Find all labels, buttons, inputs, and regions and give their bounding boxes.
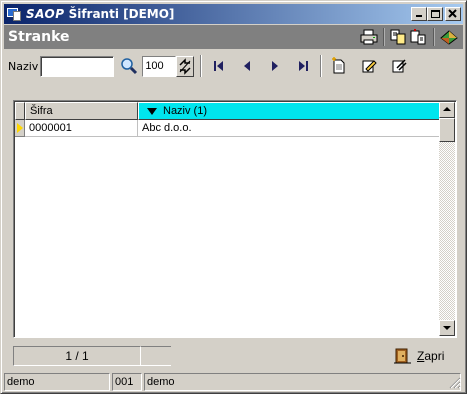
form-title: Stranke — [8, 29, 70, 45]
new-record-button[interactable] — [328, 55, 350, 77]
status-company-name: demo — [144, 373, 461, 391]
close-icon — [448, 9, 457, 18]
scroll-thumb[interactable] — [439, 118, 455, 142]
new-record-icon — [332, 57, 345, 74]
status-company-code: 001 — [112, 373, 142, 391]
next-record-button[interactable] — [264, 55, 286, 77]
delete-record-icon — [392, 59, 407, 73]
search-icon — [121, 58, 138, 75]
last-record-icon — [299, 61, 309, 71]
minimize-icon — [416, 15, 422, 17]
up-down-arrows-icon — [179, 57, 191, 75]
filter-input[interactable] — [40, 55, 115, 77]
maximize-button[interactable] — [427, 7, 443, 21]
paste-record-button[interactable] — [409, 27, 429, 47]
form-header: Stranke — [4, 25, 463, 49]
cell-sifra[interactable]: 0000001 — [25, 120, 138, 137]
search-button[interactable] — [118, 55, 140, 77]
first-record-icon — [214, 61, 224, 71]
door-exit-icon — [394, 348, 411, 364]
column-label-sifra: Šifra — [30, 105, 53, 117]
header-separator — [383, 28, 385, 46]
row-indicator — [15, 120, 25, 137]
toolbar-separator — [200, 55, 203, 77]
app-window: SAOP Šifranti [DEMO] Stranke Naziv 100 Š… — [0, 0, 467, 394]
close-window-button[interactable] — [445, 7, 461, 21]
copy-record-icon — [390, 29, 406, 45]
filter-label: Naziv — [8, 59, 39, 73]
arrow-up-icon — [443, 107, 451, 111]
grid-header: Šifra Naziv (1) — [15, 102, 440, 120]
delete-record-button[interactable] — [388, 55, 410, 77]
edit-record-button[interactable] — [358, 55, 380, 77]
scroll-up-button[interactable] — [439, 102, 455, 118]
close-form-button[interactable]: Zapri — [393, 345, 444, 367]
arrow-down-icon — [443, 326, 451, 330]
record-position-frame — [141, 346, 171, 366]
column-header-naziv[interactable]: Naziv (1) — [138, 102, 440, 120]
minimize-button[interactable] — [411, 7, 427, 21]
export-icon — [440, 30, 458, 45]
records-grid[interactable]: Šifra Naziv (1) 0000001 Abc d.o.o. — [13, 100, 457, 338]
prev-record-icon — [244, 61, 251, 71]
header-separator — [433, 28, 435, 46]
app-icon[interactable] — [6, 6, 22, 22]
grid-header-corner — [15, 102, 25, 120]
status-user: demo — [4, 373, 110, 391]
printer-icon — [360, 29, 378, 45]
app-brand: SAOP — [26, 7, 65, 21]
record-limit-input[interactable] — [142, 55, 177, 77]
status-bar: demo 001 demo — [4, 373, 463, 391]
vertical-scrollbar[interactable] — [439, 102, 455, 336]
export-button[interactable] — [439, 27, 459, 47]
record-limit-spinner[interactable] — [176, 55, 195, 77]
resize-grip-icon[interactable] — [449, 377, 461, 389]
cell-naziv[interactable]: Abc d.o.o. — [138, 120, 440, 137]
first-record-button[interactable] — [208, 55, 230, 77]
next-record-icon — [272, 61, 279, 71]
print-button[interactable] — [359, 27, 379, 47]
toolbar-separator — [320, 55, 323, 77]
column-label-naziv: Naziv (1) — [163, 105, 208, 117]
edit-record-icon — [362, 60, 378, 73]
close-form-label: Zapri — [417, 349, 445, 363]
last-record-button[interactable] — [292, 55, 314, 77]
current-row-icon — [17, 123, 23, 133]
scroll-down-button[interactable] — [439, 320, 455, 336]
toolbar: Naziv — [4, 51, 463, 81]
maximize-icon — [431, 10, 440, 18]
title-bar[interactable]: SAOP Šifranti [DEMO] — [4, 4, 463, 24]
prev-record-button[interactable] — [236, 55, 258, 77]
window-title: Šifranti [DEMO] — [68, 7, 175, 21]
table-row[interactable]: 0000001 Abc d.o.o. — [15, 120, 440, 137]
sort-desc-icon — [147, 107, 157, 115]
paste-record-icon — [410, 29, 426, 45]
record-position: 1 / 1 — [13, 346, 141, 366]
copy-record-button[interactable] — [389, 27, 409, 47]
column-header-sifra[interactable]: Šifra — [25, 102, 138, 120]
